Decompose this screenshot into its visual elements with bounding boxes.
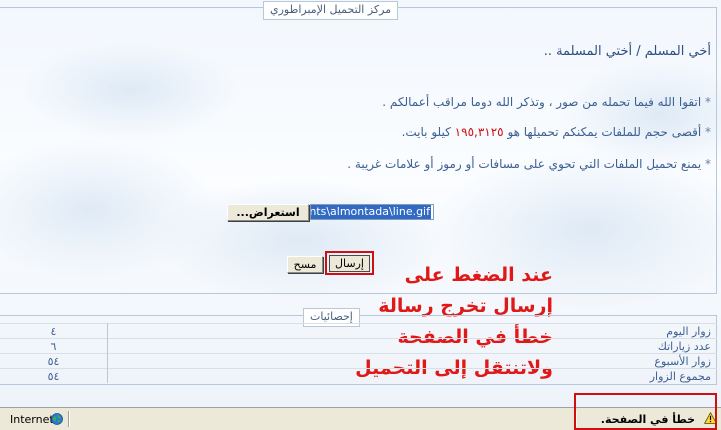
rule-bullet: *	[705, 157, 711, 171]
rule-1: * اتقوا الله فيما تحمله من صور ، وتذكر ا…	[382, 95, 711, 109]
table-row: ٤ زوار اليوم	[0, 323, 717, 339]
globe-icon	[51, 413, 63, 425]
table-row: ٥٤ مجموع الزوار	[0, 368, 717, 383]
stat-value: ٥٤	[0, 353, 108, 369]
status-error-highlight	[574, 393, 717, 430]
stat-label: زوار الأسبوع	[107, 353, 717, 369]
rule-bullet: *	[705, 125, 711, 139]
rule-2: * أقصى حجم للملفات يمكنكم تحميلها هو ١٩٥…	[402, 125, 711, 139]
max-file-size: ١٩٥,٣١٢٥	[454, 125, 504, 139]
rule-2-text-before: أقصى حجم للملفات يمكنكم تحميلها هو	[507, 125, 702, 139]
rule-3: * يمنع تحميل الملفات التي تحوي على مسافا…	[347, 157, 711, 171]
stat-value: ٦	[0, 338, 108, 354]
clear-button[interactable]: مسح	[287, 256, 323, 273]
rule-bullet: *	[705, 95, 711, 109]
stat-value: ٤	[0, 323, 108, 339]
file-path-value: nts\almontada\line.gif	[310, 205, 431, 219]
annotation-line-1: عند الضغط على	[404, 264, 553, 286]
security-zone-label: Internet	[10, 413, 54, 426]
browse-button[interactable]: استعراض...	[227, 204, 309, 221]
stats-table: ٤ زوار اليوم ٦ عدد زياراتك ٥٤ زوار الأسب…	[0, 323, 717, 383]
stat-label: زوار اليوم	[107, 323, 717, 339]
greeting-text: أخي المسلم / أختي المسلمة ..	[543, 44, 711, 59]
stat-value: ٥٤	[0, 368, 108, 383]
rule-2-text-after: كيلو بايت.	[401, 125, 451, 139]
rule-3-text: يمنع تحميل الملفات التي تحوي على مسافات …	[347, 157, 702, 171]
rule-1-text: اتقوا الله فيما تحمله من صور ، وتذكر الل…	[382, 95, 702, 109]
file-path-input[interactable]: nts\almontada\line.gif	[310, 204, 434, 220]
stat-label: مجموع الزوار	[107, 368, 717, 383]
stat-label: عدد زياراتك	[107, 338, 717, 354]
table-row: ٥٤ زوار الأسبوع	[0, 353, 717, 369]
upload-panel-title: مركز التحميل الإمبراطوري	[263, 1, 399, 20]
table-row: ٦ عدد زياراتك	[0, 338, 717, 354]
